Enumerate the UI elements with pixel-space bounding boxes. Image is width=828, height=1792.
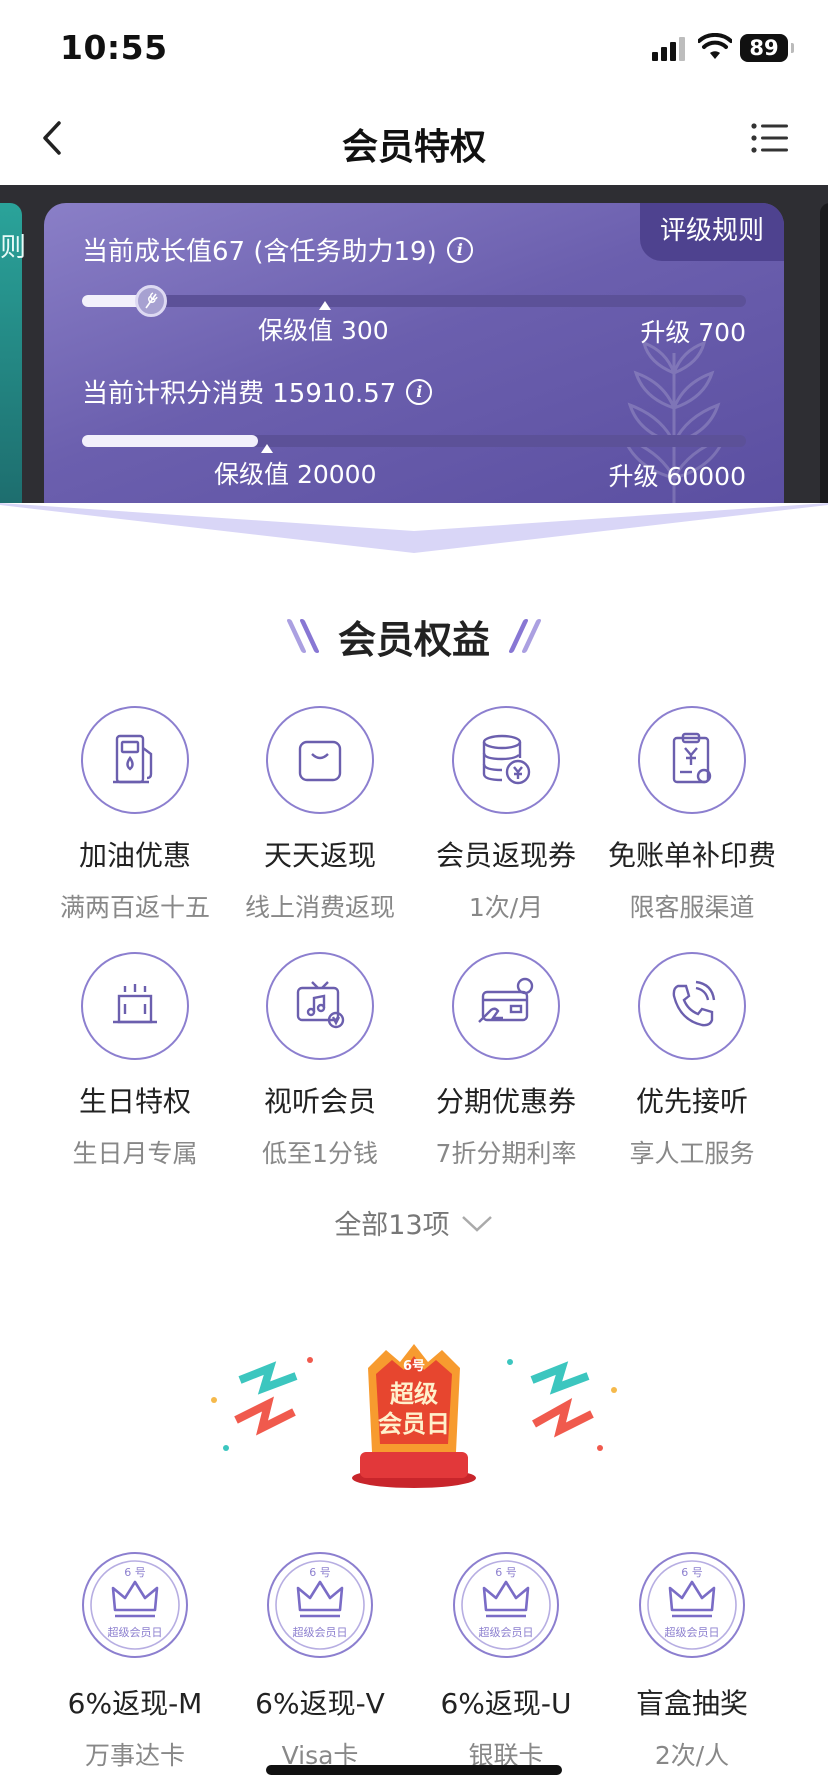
svg-text:6 号: 6 号 <box>124 1566 146 1579</box>
benefit-cashback-coupon[interactable]: 会员返现券 1次/月 <box>413 706 599 924</box>
previous-level-card[interactable]: 则 <box>0 203 26 505</box>
rating-rules-button[interactable]: 评级规则 <box>640 203 784 261</box>
svg-text:6 号: 6 号 <box>681 1566 703 1579</box>
points-keep-marker <box>261 444 273 453</box>
member-day-mastercard-cashback[interactable]: 6 号超级会员日 6%返现-M 万事达卡 <box>42 1552 228 1772</box>
svg-text:超级会员日: 超级会员日 <box>479 1625 534 1639</box>
nav-bar: 会员特权 <box>0 94 828 186</box>
growth-keep-marker <box>319 301 331 310</box>
benefit-fuel-discount[interactable]: 加油优惠 满两百返十五 <box>42 706 228 924</box>
growth-value-label: 当前成长值67 (含任务助力19) i <box>82 231 473 268</box>
page-title: 会员特权 <box>341 127 486 168</box>
promo-line-2: 会员日 <box>378 1410 450 1438</box>
wheat-icon <box>145 292 158 309</box>
view-all-benefits-button[interactable]: 全部13项 <box>0 1203 828 1242</box>
list-menu-icon[interactable] <box>750 118 790 158</box>
points-spend-label: 当前计积分消费 15910.57 i <box>82 373 433 410</box>
level-card: 评级规则 当前成长值67 (含任务助力19) i 保级值 300 升级 700 <box>44 203 784 505</box>
chevron-down-icon <box>461 1215 492 1232</box>
svg-text:超级会员日: 超级会员日 <box>108 1625 163 1639</box>
points-progress-bar <box>82 435 746 447</box>
points-upgrade-label: 升级 60000 <box>608 462 746 491</box>
title-slash-decoration <box>508 619 542 653</box>
benefit-statement-reprint[interactable]: 免账单补印费 限客服渠道 <box>599 706 785 924</box>
benefit-av-membership[interactable]: 视听会员 低至1分钱 <box>227 952 413 1170</box>
member-privileges-page: 10:55 89 会员特权 则 评级规则 当前成长值67 (含任务助力19) i… <box>0 0 828 1792</box>
benefits-section-title: 会员权益 <box>0 606 828 666</box>
svg-text:6 号: 6 号 <box>309 1566 331 1579</box>
info-icon[interactable]: i <box>406 378 433 405</box>
crown-badge-icon: 6 号超级会员日 <box>82 1552 188 1658</box>
growth-upgrade-label: 升级 700 <box>640 318 746 347</box>
super-member-day-banner: 6号 超级 会员日 <box>211 1344 617 1488</box>
receipt-clipboard-icon <box>672 732 712 784</box>
crown-badge-icon: 6 号超级会员日 <box>639 1552 745 1658</box>
growth-progress-bar <box>82 285 746 317</box>
points-keep-label: 保级值 20000 <box>214 460 377 489</box>
crown-badge-icon: 6 号超级会员日 <box>453 1552 559 1658</box>
benefit-priority-answer[interactable]: 优先接听 享人工服务 <box>599 952 785 1170</box>
svg-text:超级会员日: 超级会员日 <box>665 1625 720 1639</box>
promo-line-1: 超级 <box>390 1380 438 1408</box>
points-progress-fill <box>82 435 258 447</box>
member-day-blind-box[interactable]: 6 号超级会员日 盲盒抽奖 2次/人 <box>599 1552 785 1772</box>
next-level-card[interactable] <box>820 203 828 505</box>
card-in-hand-icon <box>478 977 534 1023</box>
member-day-visa-cashback[interactable]: 6 号超级会员日 6%返现-V Visa卡 <box>227 1552 413 1772</box>
status-bar: 10:55 89 <box>0 0 828 94</box>
svg-text:6 号: 6 号 <box>495 1566 517 1579</box>
member-day-unionpay-cashback[interactable]: 6 号超级会员日 6%返现-U 银联卡 <box>413 1552 599 1772</box>
svg-text:超级会员日: 超级会员日 <box>293 1625 348 1639</box>
wifi-icon <box>698 33 732 59</box>
benefit-birthday[interactable]: 生日特权 生日月专属 <box>42 952 228 1170</box>
membership-banner: 则 评级规则 当前成长值67 (含任务助力19) i 保级值 300 升级 70… <box>0 185 828 505</box>
phone-call-icon <box>672 980 716 1027</box>
shopping-bag-icon <box>298 740 342 782</box>
benefit-installment-coupon[interactable]: 分期优惠券 7折分期利率 <box>413 952 599 1170</box>
banner-base-decoration <box>0 503 828 553</box>
home-indicator[interactable] <box>266 1765 562 1775</box>
signal-icon <box>652 37 688 61</box>
growth-keep-label: 保级值 300 <box>258 316 389 345</box>
benefit-daily-cashback[interactable]: 天天返现 线上消费返现 <box>227 706 413 924</box>
growth-progress-knob <box>135 285 167 317</box>
birthday-cake-icon <box>113 984 157 1024</box>
crown-badge-icon: 6 号超级会员日 <box>267 1552 373 1658</box>
fuel-pump-icon <box>113 734 153 784</box>
tv-music-icon <box>296 981 345 1029</box>
battery-indicator: 89 <box>740 34 794 62</box>
info-icon[interactable]: i <box>446 236 473 263</box>
coin-stack-icon <box>482 734 531 785</box>
status-time: 10:55 <box>60 28 168 67</box>
title-slash-decoration <box>286 619 320 653</box>
promo-badge-top: 6号 <box>403 1359 425 1374</box>
